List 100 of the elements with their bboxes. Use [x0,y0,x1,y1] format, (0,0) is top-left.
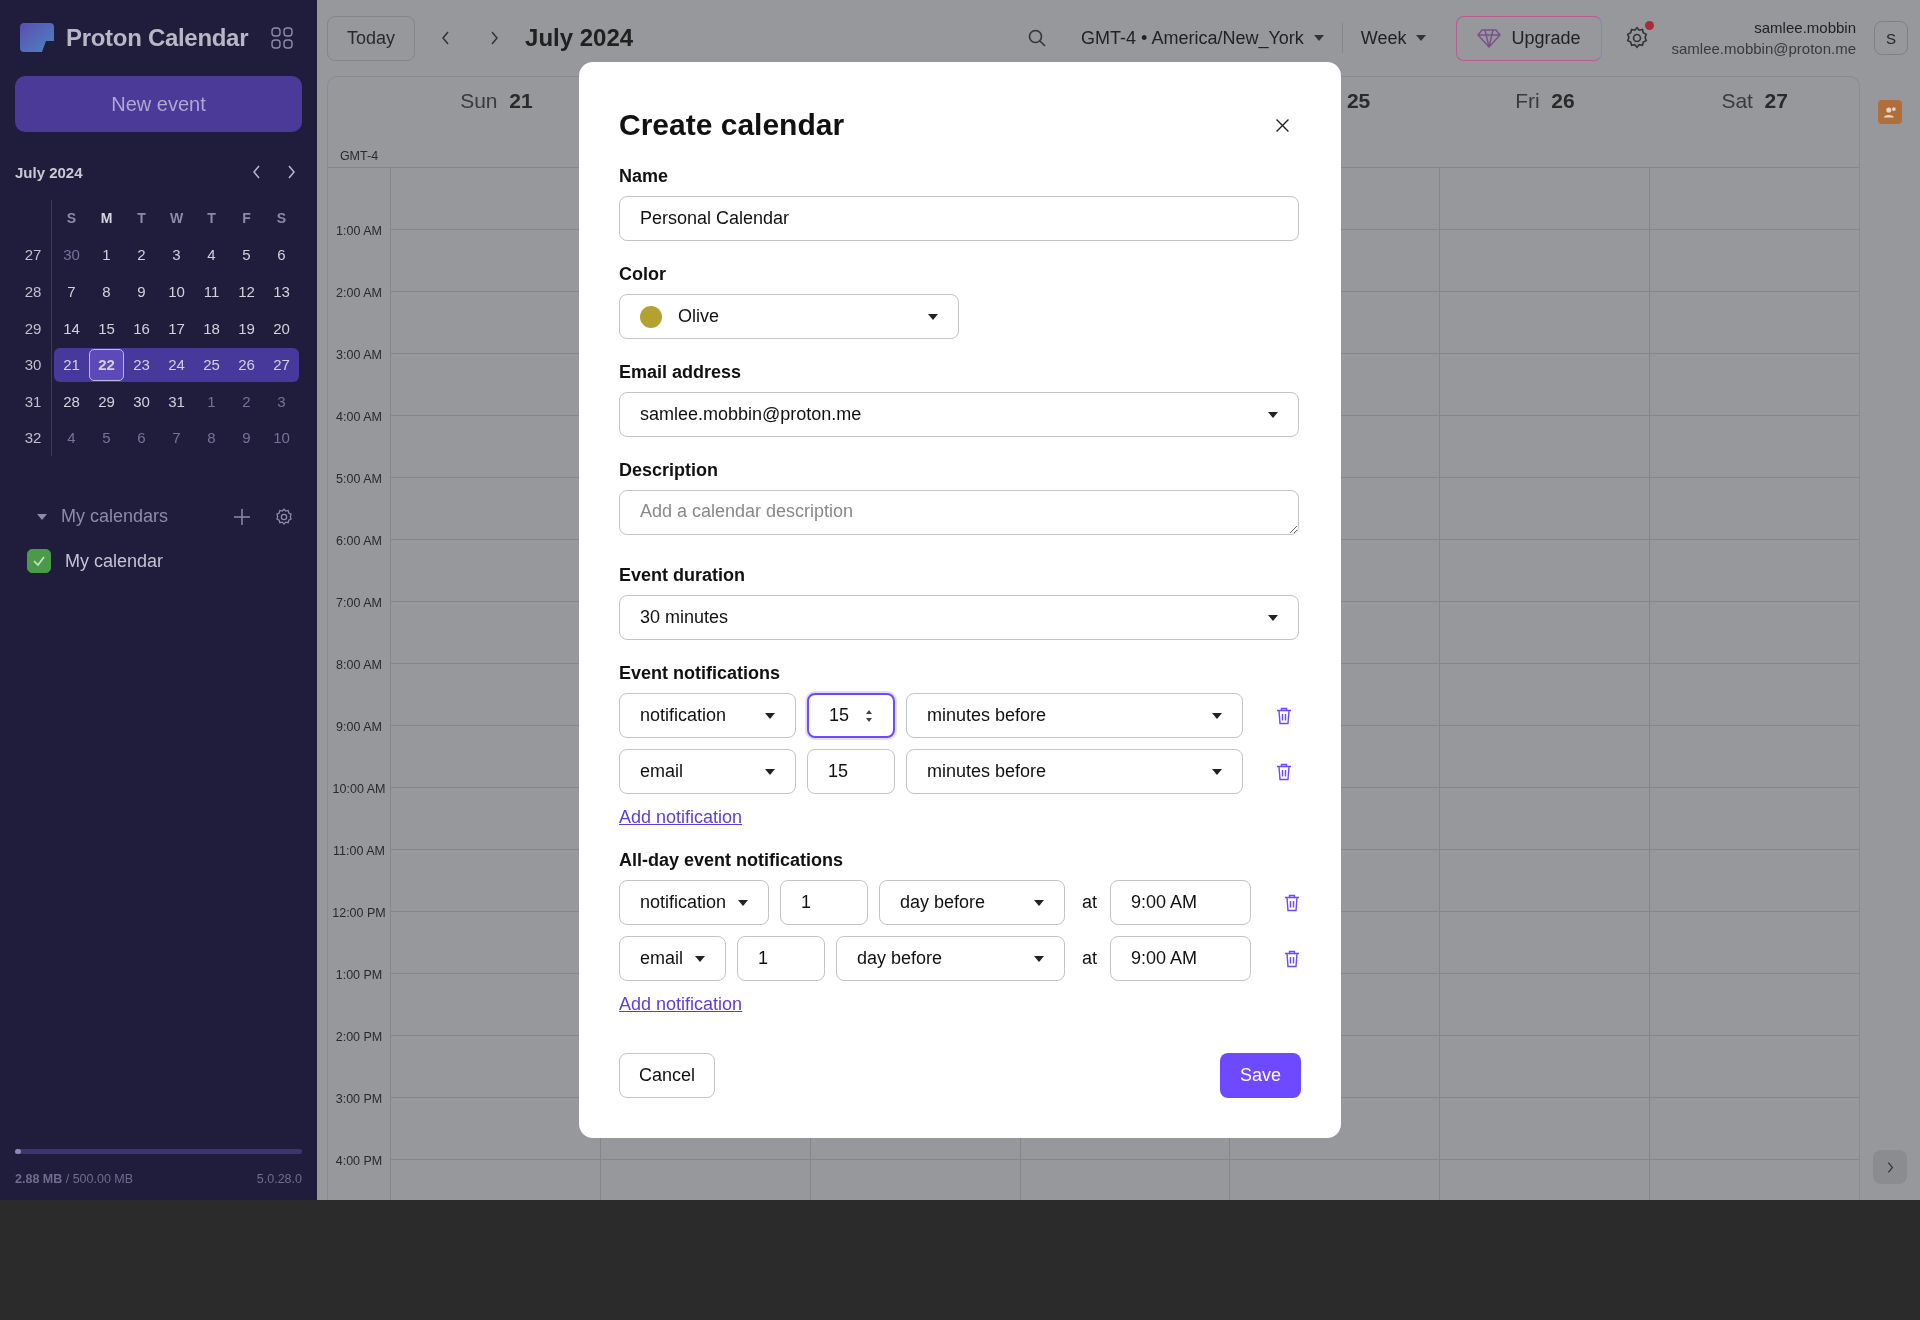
description-input[interactable]: Add a calendar description [619,490,1299,535]
new-event-button[interactable]: New event [15,76,302,132]
date-cell[interactable]: 3 [264,385,299,418]
time-input[interactable]: 9:00 AM [1110,880,1251,925]
date-cell[interactable]: 21 [54,348,89,381]
date-cell[interactable]: 18 [194,312,229,345]
calendars-heading[interactable]: My calendars [61,506,218,528]
notification-type-dropdown[interactable]: email [619,749,796,794]
timezone-dropdown[interactable]: GMT-4 • America/New_York [1077,27,1328,49]
previous-month-icon[interactable] [252,164,262,180]
date-cell[interactable]: 11 [194,275,229,308]
date-cell[interactable]: 4 [194,238,229,271]
date-cell[interactable]: 2 [124,238,159,271]
next-week-icon[interactable] [489,30,500,46]
checkmark-icon [32,554,46,569]
date-cell[interactable]: 23 [124,348,159,381]
date-cell[interactable]: 8 [194,421,229,454]
delete-icon[interactable] [1284,949,1300,968]
week-number: 27 [15,236,52,274]
date-cell[interactable]: 6 [264,238,299,271]
day-header[interactable]: Sat 27 [1721,89,1788,115]
apps-grid-icon[interactable] [270,26,295,50]
date-cell[interactable]: 3 [159,238,194,271]
date-cell[interactable]: 24 [159,348,194,381]
date-cell[interactable]: 20 [264,312,299,345]
caret-icon[interactable] [37,513,47,520]
number-input[interactable]: 15 [807,693,895,738]
date-cell[interactable]: 15 [89,312,124,345]
hour-label: 4:00 AM [336,410,382,424]
avatar-button[interactable]: S [1874,21,1908,55]
unit-dropdown[interactable]: day before [879,880,1065,925]
add-icon[interactable] [232,506,252,527]
date-cell[interactable]: 9 [124,275,159,308]
date-cell[interactable]: 6 [124,421,159,454]
notification-type-dropdown[interactable]: email [619,936,726,981]
calendar-name[interactable]: My calendar [65,550,164,572]
contacts-icon[interactable] [1878,100,1902,124]
date-cell[interactable]: 28 [54,385,89,418]
app-name: Proton Calendar [66,24,249,52]
delete-icon[interactable] [1276,762,1292,781]
date-cell[interactable]: 13 [264,275,299,308]
upgrade-button[interactable]: Upgrade [1456,15,1602,61]
color-dropdown[interactable]: Olive [619,294,959,339]
number-input[interactable]: 15 [807,749,895,794]
date-cell[interactable]: 4 [54,421,89,454]
address-dropdown[interactable]: samlee.mobbin@proton.me [619,392,1299,437]
notification-type-dropdown[interactable]: notification [619,693,796,738]
add-notification-link[interactable]: Add notification [619,994,743,1015]
calendar-checkbox[interactable] [27,549,51,574]
date-cell[interactable]: 10 [159,275,194,308]
date-cell[interactable]: 16 [124,312,159,345]
search-icon[interactable] [1027,28,1048,48]
date-cell[interactable]: 25 [194,348,229,381]
add-notification-link[interactable]: Add notification [619,807,743,828]
delete-icon[interactable] [1276,706,1292,725]
unit-dropdown[interactable]: minutes before [906,693,1243,738]
settings-icon[interactable] [274,506,294,527]
date-cell[interactable]: 9 [229,421,264,454]
date-cell[interactable]: 27 [264,348,299,381]
date-cell[interactable]: 30 [124,385,159,418]
date-cell[interactable]: 17 [159,312,194,345]
date-cell[interactable]: 22 [89,348,124,381]
date-cell[interactable]: 1 [194,385,229,418]
field-label: Event duration [619,565,745,586]
duration-dropdown[interactable]: 30 minutes [619,595,1299,640]
unit-dropdown[interactable]: day before [836,936,1065,981]
notification-type-dropdown[interactable]: notification [619,880,770,925]
date-cell[interactable]: 5 [229,238,264,271]
date-cell[interactable]: 7 [54,275,89,308]
day-header[interactable]: Fri 26 [1515,89,1575,115]
today-button[interactable]: Today [327,15,416,61]
view-dropdown[interactable]: Week [1356,27,1431,49]
date-cell[interactable]: 5 [89,421,124,454]
date-cell[interactable]: 29 [89,385,124,418]
previous-week-icon[interactable] [441,30,452,46]
date-cell[interactable]: 10 [264,421,299,454]
date-cell[interactable]: 1 [89,238,124,271]
date-cell[interactable]: 14 [54,312,89,345]
next-month-icon[interactable] [286,164,296,180]
name-input[interactable]: Personal Calendar [619,196,1299,241]
date-cell[interactable]: 12 [229,275,264,308]
caret-icon [1416,35,1427,41]
date-cell[interactable]: 26 [229,348,264,381]
date-cell[interactable]: 7 [159,421,194,454]
number-input[interactable]: 1 [780,880,869,925]
date-cell[interactable]: 30 [54,238,89,271]
date-cell[interactable]: 8 [89,275,124,308]
number-input[interactable]: 1 [737,936,825,981]
delete-icon[interactable] [1284,893,1300,912]
date-cell[interactable]: 31 [159,385,194,418]
day-header[interactable]: 25 [1346,89,1371,115]
cancel-button[interactable]: Cancel [619,1053,716,1098]
spinner-arrows-icon[interactable] [865,708,873,723]
unit-dropdown[interactable]: minutes before [906,749,1243,794]
save-button[interactable]: Save [1219,1053,1301,1098]
day-header[interactable]: Sun 21 [460,89,533,115]
date-cell[interactable]: 2 [229,385,264,418]
caret-icon [1313,35,1324,41]
date-cell[interactable]: 19 [229,312,264,345]
time-input[interactable]: 9:00 AM [1110,936,1251,981]
